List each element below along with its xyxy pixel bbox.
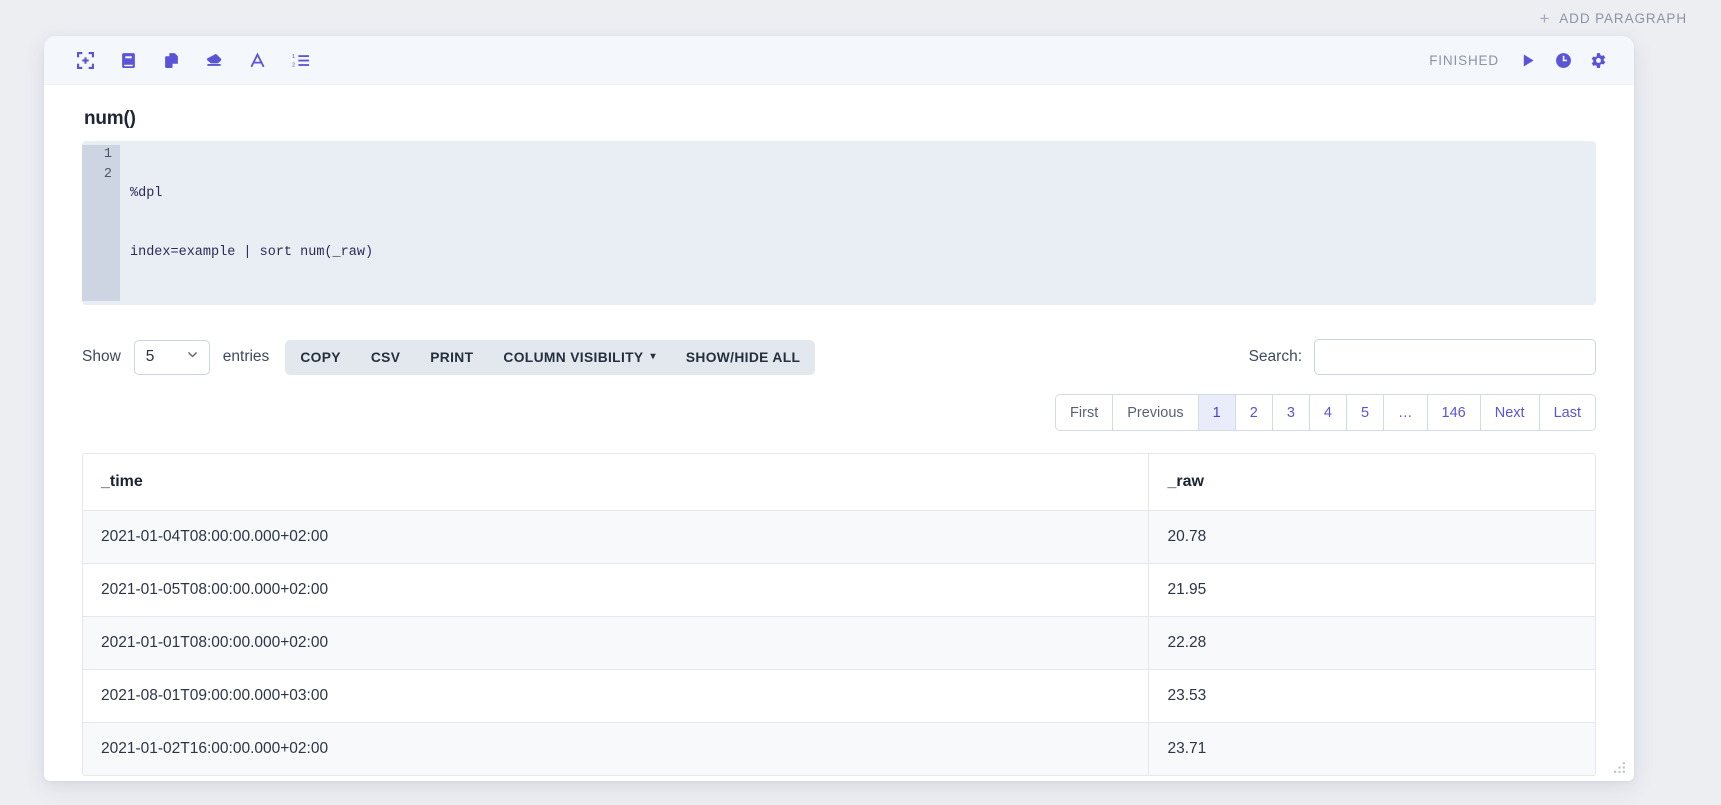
table-row: 2021-08-01T09:00:00.000+03:00 23.53 [83, 669, 1595, 723]
eraser-icon[interactable] [203, 49, 225, 71]
column-header-raw[interactable]: _raw [1148, 454, 1595, 511]
caret-down-icon: ▾ [650, 351, 656, 362]
pagination-page-4[interactable]: 4 [1308, 395, 1346, 430]
pagination-top: First Previous 1 2 3 4 5 … 146 Next Last [1055, 394, 1596, 431]
paragraph-status-group: FINISHED [1429, 50, 1608, 70]
pagination-previous[interactable]: Previous [1112, 395, 1198, 430]
cell-time: 2021-01-02T16:00:00.000+02:00 [83, 722, 1150, 775]
table-controls: Show 5 entries COPY CSV PRINT COLUMN VIS… [82, 337, 1596, 377]
show-label: Show [82, 348, 121, 365]
csv-button-label: CSV [370, 349, 401, 365]
pagination-page-146[interactable]: 146 [1426, 395, 1480, 430]
copy-icon[interactable] [160, 49, 182, 71]
cell-time: 2021-01-04T08:00:00.000+02:00 [83, 510, 1150, 564]
font-icon[interactable] [246, 49, 268, 71]
column-visibility-button[interactable]: COLUMN VISIBILITY ▾ [488, 340, 670, 375]
pagination-last[interactable]: Last [1538, 395, 1595, 430]
page-title: num() [84, 108, 136, 129]
pagination-page-5[interactable]: 5 [1345, 395, 1384, 430]
show-hide-all-button[interactable]: SHOW/HIDE ALL [671, 340, 815, 375]
table-controls-left: Show 5 entries COPY CSV PRINT COLUMN VIS… [82, 339, 816, 375]
csv-button[interactable]: CSV [356, 340, 415, 375]
clock-icon[interactable] [1553, 50, 1573, 70]
cell-time: 2021-08-01T09:00:00.000+03:00 [83, 669, 1150, 723]
pagination-top-row: First Previous 1 2 3 4 5 … 146 Next Last [82, 394, 1596, 431]
results-table: _time _raw 2021-01-04T08:00:00.000+02:00… [83, 454, 1595, 775]
table-row: 2021-01-02T16:00:00.000+02:00 23.71 [83, 722, 1595, 775]
collapse-icon[interactable] [74, 49, 96, 71]
results-table-wrapper: _time _raw 2021-01-04T08:00:00.000+02:00… [82, 453, 1596, 776]
cell-raw: 23.53 [1148, 669, 1595, 723]
show-hide-all-label: SHOW/HIDE ALL [685, 349, 801, 365]
chevron-down-icon [186, 348, 199, 366]
cell-time: 2021-01-01T08:00:00.000+02:00 [83, 616, 1150, 670]
pagination-next[interactable]: Next [1479, 395, 1539, 430]
plus-icon: + [1539, 8, 1551, 28]
cell-raw: 22.28 [1148, 616, 1595, 670]
notebook-page: + ADD PARAGRAPH 1 2 FINISHED num() 1 2 %… [0, 0, 1721, 805]
page-length-select[interactable]: 5 [133, 339, 210, 375]
code-editor[interactable]: 1 2 %dpl index=example | sort num(_raw) [82, 141, 1596, 305]
book-icon[interactable] [117, 49, 139, 71]
svg-text:2: 2 [292, 62, 295, 68]
print-button[interactable]: PRINT [415, 340, 488, 375]
gear-icon[interactable] [1588, 50, 1608, 70]
search-label: Search: [1248, 348, 1302, 365]
pagination-page-3[interactable]: 3 [1271, 395, 1309, 430]
column-header-time[interactable]: _time [83, 454, 1150, 511]
table-head: _time _raw [83, 454, 1595, 511]
add-paragraph-button[interactable]: + ADD PARAGRAPH [1539, 10, 1687, 27]
list-ordered-icon[interactable]: 1 2 [289, 49, 311, 71]
line-number-gutter: 1 2 [82, 145, 120, 301]
line-number: 2 [103, 166, 112, 182]
resize-handle[interactable] [1613, 761, 1626, 774]
table-header-row: _time _raw [83, 454, 1595, 511]
column-visibility-label: COLUMN VISIBILITY [503, 349, 644, 365]
status-badge: FINISHED [1429, 52, 1499, 68]
run-icon[interactable] [1518, 50, 1538, 70]
cell-time: 2021-01-05T08:00:00.000+02:00 [83, 563, 1150, 617]
pagination-first[interactable]: First [1056, 395, 1113, 430]
paragraph-toolbar: 1 2 FINISHED [44, 36, 1634, 85]
export-button-group: COPY CSV PRINT COLUMN VISIBILITY ▾ SHOW/… [285, 339, 816, 375]
top-bar: + ADD PARAGRAPH [0, 0, 1721, 36]
page-length-value: 5 [145, 348, 155, 365]
entries-label: entries [222, 348, 270, 365]
code-line: index=example | sort num(_raw) [130, 244, 374, 260]
table-row: 2021-01-04T08:00:00.000+02:00 20.78 [83, 510, 1595, 564]
paragraph-card: 1 2 FINISHED num() 1 2 %dpl index=exampl… [44, 36, 1634, 781]
table-row: 2021-01-05T08:00:00.000+02:00 21.95 [83, 563, 1595, 617]
line-number: 1 [103, 147, 112, 162]
code-line: %dpl [130, 186, 163, 201]
print-button-label: PRINT [430, 349, 474, 365]
code-content[interactable]: %dpl index=example | sort num(_raw) [120, 145, 1596, 301]
search-area: Search: [1249, 339, 1596, 375]
copy-button-label: COPY [300, 349, 341, 365]
paragraph-body: num() 1 2 %dpl index=example | sort num(… [44, 108, 1634, 781]
copy-button[interactable]: COPY [285, 340, 356, 375]
cell-raw: 23.71 [1148, 722, 1595, 775]
table-body: 2021-01-04T08:00:00.000+02:00 20.78 2021… [83, 510, 1595, 775]
pagination-page-1[interactable]: 1 [1197, 395, 1235, 430]
paragraph-tool-icons: 1 2 [74, 49, 311, 71]
cell-raw: 21.95 [1148, 563, 1595, 617]
cell-raw: 20.78 [1148, 510, 1595, 564]
svg-text:1: 1 [292, 53, 295, 59]
pagination-page-2[interactable]: 2 [1234, 395, 1272, 430]
add-paragraph-label: ADD PARAGRAPH [1559, 10, 1687, 26]
search-input[interactable] [1314, 339, 1596, 375]
table-row: 2021-01-01T08:00:00.000+02:00 22.28 [83, 616, 1595, 670]
pagination-ellipsis[interactable]: … [1383, 395, 1427, 430]
